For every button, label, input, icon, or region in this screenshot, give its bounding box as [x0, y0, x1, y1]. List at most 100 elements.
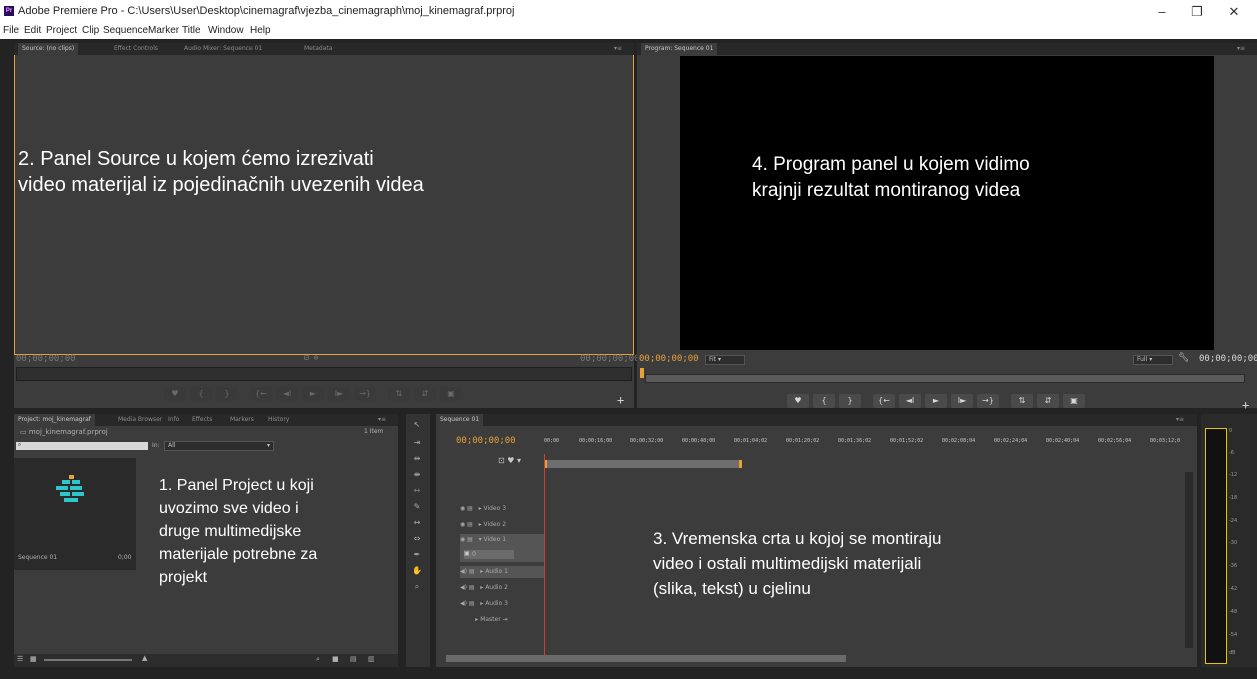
- play-button[interactable]: ►: [302, 387, 324, 401]
- tab-effect-controls[interactable]: Effect Controls: [110, 43, 162, 55]
- menu-help[interactable]: Help: [250, 25, 271, 36]
- step-forward-button[interactable]: I►: [328, 387, 350, 401]
- panel-menu-icon[interactable]: ▾≡: [614, 43, 622, 55]
- tab-program[interactable]: Program: Sequence 01: [641, 43, 718, 55]
- track-video-2[interactable]: ◉ ▤ ▸ Video 2: [460, 519, 506, 531]
- timeline-vertical-scrollbar[interactable]: [1185, 472, 1193, 648]
- marker-button[interactable]: ♥: [164, 387, 186, 401]
- mark-in-button[interactable]: {: [190, 387, 212, 401]
- timeline-ruler[interactable]: 00;00 00;00;16;00 00;00;32;00 00;00;48;0…: [544, 438, 1188, 450]
- program-zoom-bar[interactable]: [645, 374, 1245, 383]
- tab-sequence-01[interactable]: Sequence 01: [436, 414, 484, 426]
- go-to-out-button[interactable]: →}: [977, 394, 999, 408]
- track-audio-2[interactable]: ◀) ▤ ▸ Audio 2: [460, 582, 508, 594]
- program-video-canvas[interactable]: [680, 56, 1214, 350]
- menu-clip[interactable]: Clip: [82, 25, 99, 36]
- tab-media-browser[interactable]: Media Browser: [114, 414, 166, 426]
- source-timecode-in[interactable]: 00;00;00;00: [16, 354, 76, 364]
- menu-edit[interactable]: Edit: [24, 25, 41, 36]
- work-area-bar[interactable]: [544, 460, 742, 468]
- find-icon[interactable]: ⌕: [316, 655, 320, 664]
- go-to-in-button[interactable]: {←: [250, 387, 272, 401]
- set-marker-icon[interactable]: ▾: [517, 456, 521, 465]
- speaker-icon[interactable]: ◀): [460, 568, 469, 575]
- mark-out-button[interactable]: }: [839, 394, 861, 408]
- panel-menu-icon[interactable]: ▾≡: [378, 414, 386, 426]
- playhead-line[interactable]: [544, 454, 545, 655]
- pen-tool-icon[interactable]: ✒: [409, 548, 425, 562]
- in-filter-dropdown[interactable]: All ▾: [164, 441, 274, 451]
- overwrite-button[interactable]: ⇵: [414, 387, 436, 401]
- keyframe-controls[interactable]: ▣ ◇: [464, 550, 514, 559]
- tab-project[interactable]: Project: moj_kinemagraf: [14, 414, 95, 426]
- speaker-icon[interactable]: ◀): [460, 584, 469, 591]
- track-audio-3[interactable]: ◀) ▤ ▸ Audio 3: [460, 598, 508, 610]
- go-to-out-button[interactable]: →}: [354, 387, 376, 401]
- insert-button[interactable]: ⇅: [388, 387, 410, 401]
- track-select-tool-icon[interactable]: ⇥: [409, 436, 425, 450]
- panel-menu-icon[interactable]: ▾≡: [1176, 414, 1184, 426]
- sequence-thumbnail[interactable]: Sequence 01 0;00: [14, 458, 136, 570]
- hand-tool-icon[interactable]: ✋: [409, 564, 425, 578]
- zoom-slider[interactable]: [44, 659, 132, 661]
- razor-tool-icon[interactable]: ✎: [409, 500, 425, 514]
- tab-markers[interactable]: Markers: [226, 414, 258, 426]
- marker-icon[interactable]: ♥: [507, 456, 514, 465]
- menu-file[interactable]: File: [3, 25, 19, 36]
- close-button[interactable]: ✕: [1222, 3, 1246, 21]
- play-button[interactable]: ►: [925, 394, 947, 408]
- step-back-button[interactable]: ◄I: [276, 387, 298, 401]
- mark-in-button[interactable]: {: [813, 394, 835, 408]
- fit-dropdown[interactable]: Fit ▾: [705, 355, 745, 365]
- wrench-icon[interactable]: 🔧︎: [1178, 353, 1189, 363]
- project-search-input[interactable]: ⌕: [16, 441, 148, 450]
- source-settings-icon[interactable]: ⊟ ⊕: [304, 353, 318, 362]
- lock-icon[interactable]: ▤: [467, 505, 475, 512]
- playhead-marker[interactable]: [640, 368, 644, 378]
- list-view-icon[interactable]: ☰: [17, 655, 23, 663]
- go-to-in-button[interactable]: {←: [873, 394, 895, 408]
- rate-stretch-tool-icon[interactable]: ⇿: [409, 484, 425, 498]
- icon-view-icon[interactable]: ▦: [30, 655, 37, 663]
- restore-button[interactable]: ❐: [1185, 3, 1209, 21]
- rolling-edit-tool-icon[interactable]: ⇼: [409, 468, 425, 482]
- minimize-button[interactable]: –: [1150, 3, 1174, 21]
- lock-icon[interactable]: ▤: [467, 521, 475, 528]
- tab-audio-mixer[interactable]: Audio Mixer: Sequence 01: [180, 43, 266, 55]
- selection-tool-icon[interactable]: ↖: [409, 418, 425, 432]
- tab-history[interactable]: History: [264, 414, 293, 426]
- step-back-button[interactable]: ◄I: [899, 394, 921, 408]
- source-scrubber[interactable]: [16, 367, 632, 381]
- timeline-horizontal-scrollbar[interactable]: [446, 655, 846, 662]
- ripple-edit-tool-icon[interactable]: ⇹: [409, 452, 425, 466]
- lock-icon[interactable]: ▤: [467, 536, 475, 543]
- slide-tool-icon[interactable]: ⇔: [409, 532, 425, 546]
- export-frame-button[interactable]: ▣: [1063, 394, 1085, 408]
- marker-button[interactable]: ♥: [787, 394, 809, 408]
- lock-icon[interactable]: ▤: [469, 568, 477, 575]
- lock-icon[interactable]: ▤: [469, 600, 477, 607]
- menu-project[interactable]: Project: [46, 25, 77, 36]
- zoom-tool-icon[interactable]: ⌕: [409, 580, 425, 594]
- tab-metadata[interactable]: Metadata: [300, 43, 336, 55]
- automate-icon[interactable]: ▲: [142, 654, 147, 662]
- track-video-3[interactable]: ◉ ▤ ▸ Video 3: [460, 503, 506, 515]
- menu-sequence[interactable]: Sequence: [103, 25, 148, 36]
- new-item-icon[interactable]: ▤: [350, 655, 357, 663]
- program-timecode[interactable]: 00;00;00;00: [639, 354, 699, 364]
- panel-menu-icon[interactable]: ▾≡: [1237, 43, 1245, 55]
- menu-window[interactable]: Window: [208, 25, 244, 36]
- delete-icon[interactable]: ▥: [368, 655, 375, 663]
- export-frame-button[interactable]: ▣: [440, 387, 462, 401]
- full-dropdown[interactable]: Full ▾: [1133, 355, 1173, 365]
- tab-source[interactable]: Source: (no clips): [18, 43, 79, 55]
- slip-tool-icon[interactable]: ↔: [409, 516, 425, 530]
- track-master[interactable]: ▸ Master ⇥: [460, 614, 507, 626]
- menu-marker[interactable]: Marker: [148, 25, 179, 36]
- tab-info[interactable]: Info: [164, 414, 183, 426]
- snap-icon[interactable]: ⊡: [498, 456, 505, 465]
- source-add-button[interactable]: +: [617, 393, 624, 407]
- tab-effects[interactable]: Effects: [188, 414, 216, 426]
- timeline-timecode[interactable]: 00;00;00;00: [456, 436, 516, 446]
- new-bin-icon[interactable]: ■: [332, 655, 339, 663]
